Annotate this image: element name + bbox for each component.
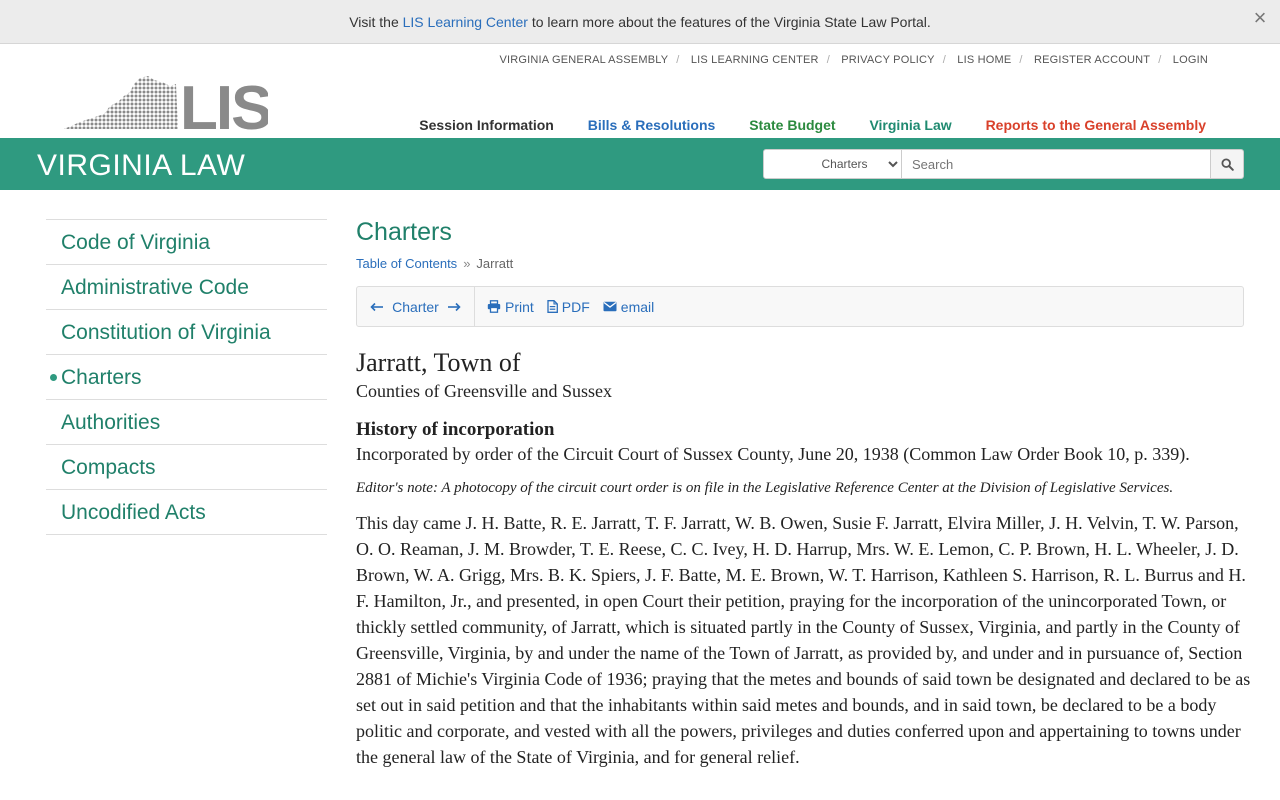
file-pdf-icon [547,300,558,313]
sidebar-item-authorities[interactable]: Authorities [46,400,327,445]
main-content: Charters Table of Contents » Jarratt Chart… [356,218,1256,770]
nav-state-budget[interactable]: State Budget [749,117,835,133]
close-notice-button[interactable]: × [1250,0,1270,44]
charter-body-text: This day came J. H. Batte, R. E. Jarratt… [356,513,1251,767]
breadcrumb-separator: » [463,256,471,271]
charter-heading: Jarratt, Town of [356,348,521,377]
pdf-label: PDF [561,298,590,315]
sidebar-item-charters[interactable]: Charters [46,355,327,400]
nav-virginia-law[interactable]: Virginia Law [869,117,951,133]
search-icon [1220,157,1234,171]
utility-link-lis-home[interactable]: LIS HOME [957,54,1011,66]
nav-session-information[interactable]: Session Information [419,117,554,133]
arrow-right-icon[interactable] [447,302,461,312]
utility-link-register[interactable]: REGISTER ACCOUNT [1034,54,1150,66]
utility-link-privacy-policy[interactable]: PRIVACY POLICY [841,54,934,66]
sidebar-item-compacts[interactable]: Compacts [46,445,327,490]
sidebar-item-constitution[interactable]: Constitution of Virginia [46,310,327,355]
sidebar-item-administrative-code[interactable]: Administrative Code [46,265,327,310]
utility-link-login[interactable]: LOGIN [1173,54,1208,66]
charter-counties: Counties of Greensville and Sussex [356,381,612,401]
search-button[interactable] [1211,149,1244,179]
notice-prefix: Visit the [349,14,403,30]
document-toolbar: Charter Print PDF email [356,286,1244,327]
notice-bar: Visit the LIS Learning Center to learn m… [0,0,1280,44]
utility-link-general-assembly[interactable]: VIRGINIA GENERAL ASSEMBLY [499,54,668,66]
lis-logo[interactable]: LIS [62,74,272,143]
email-button[interactable]: email [603,299,654,315]
sidebar-item-uncodified-acts[interactable]: Uncodified Acts [46,490,327,535]
learning-center-link[interactable]: LIS Learning Center [403,14,528,30]
utility-link-learning-center[interactable]: LIS LEARNING CENTER [691,54,819,66]
search-scope-select[interactable]: Charters [763,149,902,179]
print-icon [487,300,501,313]
history-text: Incorporated by order of the Circuit Cou… [356,444,1190,464]
history-heading: History of incorporation [356,419,555,440]
breadcrumb-current: Jarratt [476,256,514,271]
breadcrumb-table-of-contents[interactable]: Table of Contents [356,256,457,271]
notice-suffix: to learn more about the features of the … [527,14,931,30]
pdf-button[interactable]: PDF [547,299,590,315]
charter-nav-label: Charter [392,298,439,315]
envelope-icon [603,301,617,312]
breadcrumb: Table of Contents » Jarratt [356,256,1256,271]
search-input[interactable] [902,149,1211,179]
email-label: email [620,298,655,315]
logo-text: LIS [180,74,268,132]
print-button[interactable]: Print [487,299,534,315]
main-nav: Session Information Bills & Resolutions … [419,117,1206,133]
virginia-map-icon: LIS [64,74,272,143]
print-label: Print [505,298,534,315]
section-brand[interactable]: VIRGINIA LAW [37,149,245,183]
sidebar-nav: Code of Virginia Administrative Code Con… [46,219,327,535]
arrow-left-icon[interactable] [370,302,384,312]
search-bar: Charters [763,149,1244,179]
charter-document: Jarratt, Town of Counties of Greensville… [356,348,1256,770]
editor-note: Editor's note: A photocopy of the circui… [356,480,1174,496]
sidebar-item-code-of-virginia[interactable]: Code of Virginia [46,220,327,265]
section-band: VIRGINIA LAW Charters [0,138,1280,190]
page-title: Charters [356,218,452,246]
utility-nav: VIRGINIA GENERAL ASSEMBLY / LIS LEARNING … [499,54,1208,66]
charter-nav: Charter [357,287,475,326]
nav-reports[interactable]: Reports to the General Assembly [986,117,1206,133]
nav-bills-resolutions[interactable]: Bills & Resolutions [588,117,716,133]
